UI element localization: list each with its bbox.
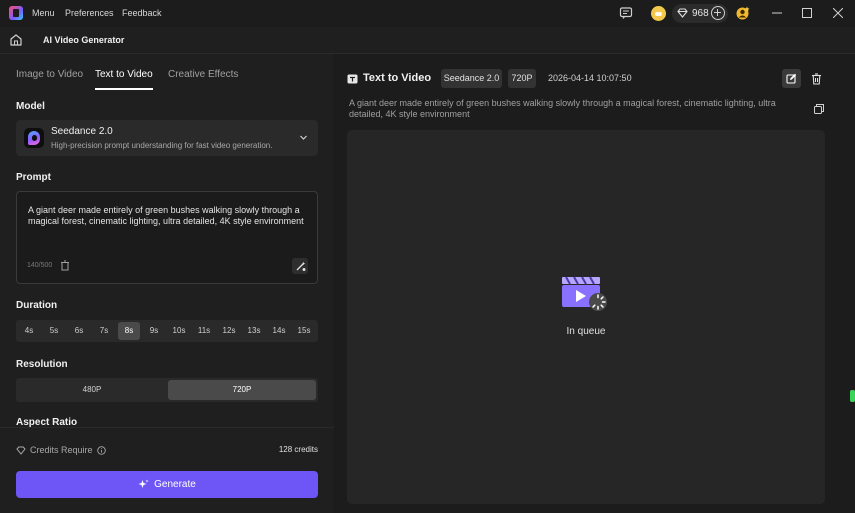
diamond-icon bbox=[677, 8, 688, 18]
generate-button[interactable]: Generate bbox=[16, 471, 318, 498]
duration-option[interactable]: 13s bbox=[243, 322, 265, 340]
generate-label: Generate bbox=[154, 479, 196, 490]
message-icon[interactable] bbox=[619, 6, 633, 20]
duration-selector: 4s 5s 6s 7s 8s 9s 10s 11s 12s 13s 14s 15… bbox=[16, 320, 318, 342]
app-logo-icon bbox=[9, 6, 23, 20]
copy-icon[interactable] bbox=[814, 104, 824, 114]
prompt-text[interactable]: A giant deer made entirely of green bush… bbox=[28, 205, 308, 227]
tab-text-to-video[interactable]: Text to Video bbox=[95, 69, 153, 80]
title-bar: Menu Preferences Feedback 968 bbox=[0, 0, 855, 27]
page-title: AI Video Generator bbox=[43, 35, 125, 45]
active-tab-indicator bbox=[95, 88, 153, 90]
timestamp: 2026-04-14 10:07:50 bbox=[548, 73, 632, 83]
duration-option-selected[interactable]: 8s bbox=[118, 322, 140, 340]
duration-option[interactable]: 9s bbox=[143, 322, 165, 340]
magic-wand-icon[interactable] bbox=[292, 258, 308, 274]
tab-image-to-video[interactable]: Image to Video bbox=[16, 69, 83, 80]
result-prompt: A giant deer made entirely of green bush… bbox=[349, 98, 776, 119]
duration-option[interactable]: 12s bbox=[218, 322, 240, 340]
model-select[interactable]: Seedance 2.0 High-precision prompt under… bbox=[16, 120, 318, 156]
clear-prompt-icon[interactable] bbox=[60, 260, 70, 271]
credits-value: 968 bbox=[692, 8, 709, 19]
edge-indicator bbox=[850, 390, 855, 402]
result-title: Text to Video bbox=[363, 72, 432, 84]
preferences-button[interactable]: Preferences bbox=[65, 8, 114, 18]
home-icon[interactable] bbox=[8, 32, 24, 48]
credits-balance[interactable]: 968 bbox=[672, 4, 728, 23]
prompt-textarea[interactable]: A giant deer made entirely of green bush… bbox=[16, 191, 318, 284]
sparkle-icon bbox=[138, 479, 149, 490]
duration-option[interactable]: 4s bbox=[18, 322, 40, 340]
duration-option[interactable]: 11s bbox=[193, 322, 215, 340]
resolution-option-720p[interactable]: 720P bbox=[168, 380, 316, 400]
resolution-option-480p[interactable]: 480P bbox=[18, 380, 166, 400]
add-credits-icon[interactable] bbox=[711, 6, 725, 20]
delete-icon[interactable] bbox=[807, 69, 826, 88]
duration-option[interactable]: 10s bbox=[168, 322, 190, 340]
credits-require-label: Credits Require bbox=[30, 445, 93, 455]
credits-require-value: 128 credits bbox=[278, 445, 318, 454]
model-label: Model bbox=[16, 101, 45, 112]
prompt-char-count: 140/500 bbox=[27, 262, 53, 269]
header-row: AI Video Generator bbox=[0, 27, 855, 54]
credits-require: Credits Require bbox=[16, 445, 106, 455]
duration-option[interactable]: 14s bbox=[268, 322, 290, 340]
seedance-logo-icon bbox=[24, 128, 44, 148]
edit-icon[interactable] bbox=[782, 69, 801, 88]
tab-creative-effects[interactable]: Creative Effects bbox=[168, 69, 238, 80]
video-queue-icon bbox=[561, 275, 609, 311]
resolution-selector: 480P 720P bbox=[16, 378, 318, 402]
queue-status: In queue bbox=[566, 326, 606, 337]
account-icon[interactable] bbox=[735, 5, 751, 21]
minimize-icon[interactable] bbox=[772, 8, 782, 18]
duration-option[interactable]: 6s bbox=[68, 322, 90, 340]
model-description: High-precision prompt understanding for … bbox=[51, 141, 273, 150]
menu-button[interactable]: Menu bbox=[32, 8, 55, 18]
duration-option[interactable]: 7s bbox=[93, 322, 115, 340]
close-icon[interactable] bbox=[833, 8, 843, 18]
generator-settings-panel: Image to Video Text to Video Creative Ef… bbox=[0, 54, 334, 513]
result-panel: Text to Video Seedance 2.0 720P 2026-04-… bbox=[335, 54, 855, 513]
duration-label: Duration bbox=[16, 300, 58, 311]
info-icon[interactable] bbox=[96, 445, 106, 455]
prompt-label: Prompt bbox=[16, 172, 51, 183]
model-chip: Seedance 2.0 bbox=[441, 69, 502, 88]
duration-option[interactable]: 15s bbox=[293, 322, 315, 340]
video-preview: In queue bbox=[347, 130, 825, 504]
resolution-chip: 720P bbox=[508, 69, 536, 88]
feedback-button[interactable]: Feedback bbox=[122, 8, 162, 18]
duration-option[interactable]: 5s bbox=[43, 322, 65, 340]
chevron-down-icon bbox=[299, 133, 308, 142]
text-to-video-icon bbox=[347, 73, 358, 84]
resolution-label: Resolution bbox=[16, 359, 68, 370]
maximize-icon[interactable] bbox=[802, 8, 812, 18]
diamond-icon bbox=[16, 446, 26, 455]
model-name: Seedance 2.0 bbox=[51, 126, 113, 137]
coin-icon[interactable] bbox=[651, 6, 666, 21]
generate-footer: Credits Require 128 credits Generate bbox=[0, 427, 334, 513]
